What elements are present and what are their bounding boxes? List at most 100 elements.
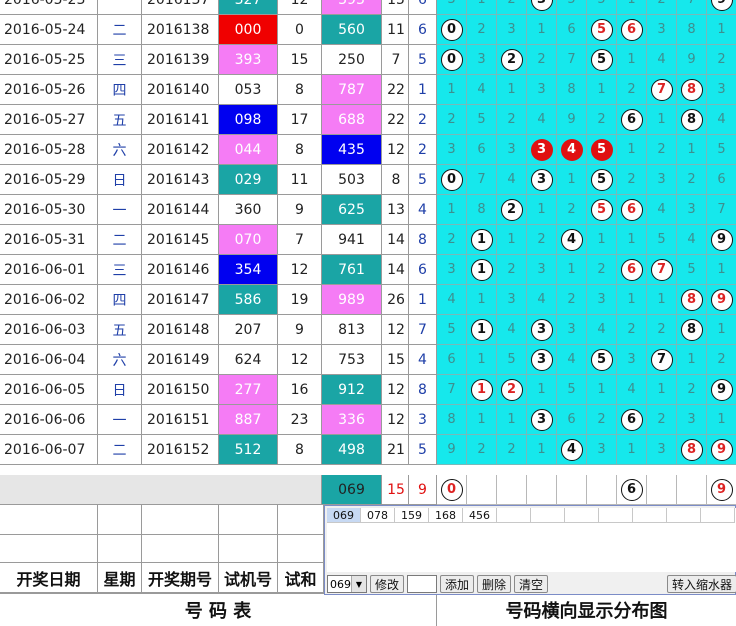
distribution-cell: 2 (707, 45, 736, 75)
candidate-chip[interactable]: 456 (463, 508, 497, 523)
distribution-cell: 8 (677, 285, 707, 315)
chevron-down-icon[interactable]: ▼ (351, 576, 366, 592)
distribution-cell: 7 (437, 375, 467, 405)
span-cell: 3 (409, 405, 437, 435)
delete-button[interactable]: 删除 (477, 575, 512, 593)
miss-count: 3 (657, 22, 666, 37)
table-row: 2016-06-04 六 2016149 624 12 753 15 4 6 1 5 3 4 5 3 7 1 2 (0, 345, 736, 375)
miss-count: 3 (477, 52, 486, 67)
distribution-cell: 4 (467, 75, 497, 105)
distribution-cell: 2 (527, 225, 557, 255)
distribution-cell: 8 (677, 105, 707, 135)
miss-count: 3 (537, 262, 546, 277)
miss-count: 6 (477, 142, 486, 157)
distribution-cell: 1 (707, 405, 736, 435)
distribution-cell: 3 (437, 135, 467, 165)
distribution-cell: 3 (527, 315, 557, 345)
distribution-cell: 9 (557, 105, 587, 135)
distribution-cell: 1 (617, 225, 647, 255)
distribution-cell: 1 (437, 75, 467, 105)
miss-count: 5 (567, 0, 575, 7)
miss-count: 9 (567, 112, 576, 127)
candidate-chip[interactable] (667, 508, 701, 523)
distribution-cell: 1 (557, 255, 587, 285)
candidate-chip[interactable]: 168 (429, 508, 463, 523)
candidate-chip[interactable] (565, 508, 599, 523)
miss-count: 4 (567, 352, 576, 367)
draw-number-cell: 503 (322, 165, 382, 195)
candidate-chip[interactable] (531, 508, 565, 523)
modify-button[interactable]: 修改 (370, 575, 405, 593)
candidate-list: 069 078 159 168 456 (327, 508, 736, 524)
miss-count: 8 (447, 412, 456, 427)
distribution-cell: 5 (587, 165, 617, 195)
trial-number-cell: 393 (219, 45, 278, 75)
drawn-digit-ball: 0 (440, 18, 463, 41)
distribution-cell: 3 (527, 75, 557, 105)
miss-count: 4 (507, 322, 516, 337)
clear-button[interactable]: 清空 (514, 575, 549, 593)
weekday-cell: 二 (98, 225, 142, 255)
miss-count: 3 (597, 442, 606, 457)
candidate-panel: 069 078 159 168 456 069 ▼ 修改 添加 删除 清空 转入缩水器 (324, 505, 736, 595)
distribution-cell: 5 (647, 225, 677, 255)
drawn-digit-ball: 8 (680, 318, 703, 341)
trial-sum-cell: 19 (278, 285, 322, 315)
trial-number-cell: 887 (219, 405, 278, 435)
candidate-chip[interactable] (701, 508, 735, 523)
distribution-cell: 3 (527, 405, 557, 435)
distribution-cell: 1 (497, 225, 527, 255)
date-cell: 2016-05-27 (0, 105, 98, 135)
candidate-chip[interactable] (599, 508, 633, 523)
trial-sum-cell: 23 (278, 405, 322, 435)
distribution-cell: 4 (437, 285, 467, 315)
span-cell: 5 (409, 165, 437, 195)
candidate-area[interactable] (327, 524, 736, 572)
draw-sum-cell: 12 (382, 405, 409, 435)
miss-count: 4 (477, 82, 486, 97)
miss-count: 4 (447, 292, 456, 307)
distribution-cell: 1 (677, 345, 707, 375)
date-cell: 2016-05-26 (0, 75, 98, 105)
draw-sum-cell: 12 (382, 135, 409, 165)
distribution-cell: 2 (557, 195, 587, 225)
table-row: 2016-05-30 一 2016144 360 9 625 13 4 1 8 2 1 2 5 6 4 3 7 (0, 195, 736, 225)
distribution-cell: 4 (527, 105, 557, 135)
miss-count: 1 (447, 82, 456, 97)
miss-count: 3 (567, 322, 576, 337)
weekday-cell: 一 (98, 0, 142, 15)
drawn-digit-ball: 7 (650, 348, 673, 371)
distribution-cell: 0 (437, 165, 467, 195)
table-row: 2016-06-03 五 2016148 207 9 813 12 7 5 1 4 3 3 4 2 2 8 1 (0, 315, 736, 345)
distribution-cell: 3 (497, 135, 527, 165)
trial-number-cell: 000 (219, 15, 278, 45)
miss-count: 2 (597, 412, 606, 427)
candidate-chip[interactable]: 078 (361, 508, 395, 523)
candidate-chip[interactable]: 159 (395, 508, 429, 523)
distribution-cell: 3 (527, 165, 557, 195)
miss-count: 2 (627, 82, 636, 97)
candidate-chip[interactable] (497, 508, 531, 523)
miss-count: 2 (657, 142, 666, 157)
candidate-select[interactable]: 069 ▼ (327, 575, 367, 593)
candidate-input[interactable] (407, 575, 438, 593)
add-button[interactable]: 添加 (440, 575, 475, 593)
trial-number-cell: 327 (219, 0, 278, 15)
miss-count: 6 (447, 352, 456, 367)
distribution-cell: 7 (677, 0, 707, 15)
candidate-chip[interactable]: 069 (327, 508, 361, 523)
miss-count: 3 (537, 82, 546, 97)
miss-count: 3 (627, 352, 636, 367)
distribution-cell: 4 (557, 435, 587, 465)
shrink-button[interactable]: 转入缩水器 (666, 575, 736, 593)
drawn-digit-ball: 4 (560, 138, 583, 161)
miss-count: 5 (447, 322, 456, 337)
distribution-cell: 1 (647, 285, 677, 315)
miss-count: 1 (537, 442, 546, 457)
issue-cell: 2016148 (142, 315, 219, 345)
drawn-digit-ball: 5 (590, 168, 613, 191)
drawn-digit-ball: 3 (530, 348, 553, 371)
candidate-chip[interactable] (633, 508, 667, 523)
miss-count: 1 (537, 22, 546, 37)
distribution-cell: 4 (677, 225, 707, 255)
